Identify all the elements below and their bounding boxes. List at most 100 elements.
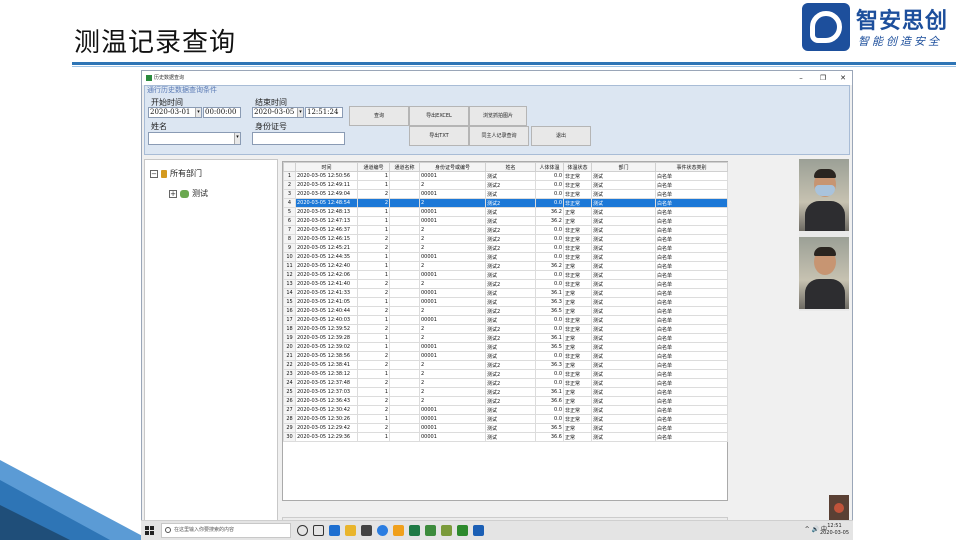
table-cell[interactable]: 白名单 [655,414,728,424]
table-cell[interactable]: 2 [357,396,390,406]
table-cell[interactable]: 2020-03-05 12:41:40 [295,279,358,289]
table-cell[interactable]: 测试2 [485,198,536,208]
table-cell[interactable]: 测试 [591,414,656,424]
row-number[interactable]: 30 [283,432,296,442]
table-cell[interactable]: 测试2 [485,333,536,343]
name-input[interactable]: ▾ [148,132,241,145]
table-cell[interactable]: 测试2 [485,306,536,316]
table-row[interactable]: 8 2020-03-05 12:46:15 2 2 测试2 0.0 非正常 测试 白名单 [283,234,728,244]
table-cell[interactable]: 2 [419,243,486,253]
table-cell[interactable]: 测试2 [485,180,536,190]
start-time-field[interactable]: 00:00:00 [203,107,241,118]
table-cell[interactable]: 2020-03-05 12:39:02 [295,342,358,352]
table-cell[interactable]: 白名单 [655,297,728,307]
table-cell[interactable]: 测试2 [485,261,536,271]
table-cell[interactable]: 白名单 [655,225,728,235]
table-cell[interactable]: 2020-03-05 12:29:42 [295,423,358,433]
table-cell[interactable] [389,261,420,271]
table-cell[interactable]: 2 [419,261,486,271]
table-cell[interactable]: 0.0 [535,180,564,190]
table-cell[interactable]: 非正常 [563,243,592,253]
table-cell[interactable]: 0.0 [535,279,564,289]
table-cell[interactable]: 1 [357,297,390,307]
export-txt-button[interactable]: 导出TXT [409,126,469,146]
table-cell[interactable]: 测试 [591,297,656,307]
table-cell[interactable]: 0.0 [535,225,564,235]
table-cell[interactable]: 36.5 [535,342,564,352]
table-cell[interactable]: 00001 [419,216,486,226]
maximize-button[interactable]: ❐ [816,72,830,84]
table-row[interactable]: 12 2020-03-05 12:42:06 1 00001 测试 0.0 非正常 测试 白名单 [283,270,728,280]
row-number[interactable]: 20 [283,342,296,352]
table-cell[interactable]: 0.0 [535,198,564,208]
table-cell[interactable] [389,360,420,370]
table-cell[interactable]: 2020-03-05 12:36:43 [295,396,358,406]
table-cell[interactable]: 测试2 [485,279,536,289]
table-cell[interactable]: 00001 [419,351,486,361]
row-number[interactable]: 18 [283,324,296,334]
table-cell[interactable]: 白名单 [655,360,728,370]
table-cell[interactable]: 00001 [419,171,486,181]
table-cell[interactable]: 非正常 [563,405,592,415]
table-row[interactable]: 24 2020-03-05 12:37:48 2 2 测试2 0.0 非正常 测试 白名单 [283,378,728,388]
row-number[interactable]: 9 [283,243,296,253]
row-number[interactable]: 23 [283,369,296,379]
table-cell[interactable] [389,288,420,298]
table-cell[interactable]: 测试 [591,180,656,190]
table-cell[interactable]: 2 [419,306,486,316]
table-cell[interactable] [389,378,420,388]
table-cell[interactable]: 非正常 [563,414,592,424]
table-row[interactable]: 20 2020-03-05 12:39:02 1 00001 测试 36.5 正常 测试 白名单 [283,342,728,352]
row-number[interactable]: 22 [283,360,296,370]
table-cell[interactable]: 非正常 [563,378,592,388]
table-cell[interactable]: 1 [357,414,390,424]
table-cell[interactable] [389,234,420,244]
table-cell[interactable] [389,405,420,415]
chevron-down-icon[interactable]: ▾ [234,133,240,144]
table-cell[interactable]: 2020-03-05 12:47:13 [295,216,358,226]
capture-photo-masked[interactable] [799,159,849,231]
table-cell[interactable]: 36.3 [535,360,564,370]
table-cell[interactable]: 测试2 [485,360,536,370]
table-cell[interactable]: 测试 [591,360,656,370]
table-cell[interactable]: 2020-03-05 12:46:15 [295,234,358,244]
table-cell[interactable]: 0.0 [535,324,564,334]
row-number[interactable]: 8 [283,234,296,244]
table-cell[interactable]: 2020-03-05 12:49:11 [295,180,358,190]
table-cell[interactable]: 36.3 [535,297,564,307]
row-number[interactable]: 19 [283,333,296,343]
table-cell[interactable]: 2020-03-05 12:40:03 [295,315,358,325]
table-cell[interactable]: 测试 [591,234,656,244]
table-cell[interactable]: 0.0 [535,351,564,361]
row-number[interactable]: 11 [283,261,296,271]
table-row[interactable]: 29 2020-03-05 12:29:42 2 00001 测试 36.5 正常 测试 白名单 [283,423,728,433]
row-number[interactable]: 7 [283,225,296,235]
table-cell[interactable]: 00001 [419,432,486,442]
table-cell[interactable] [389,243,420,253]
row-number[interactable]: 24 [283,378,296,388]
row-number[interactable]: 26 [283,396,296,406]
row-number[interactable]: 25 [283,387,296,397]
table-row[interactable]: 2 2020-03-05 12:49:11 1 2 测试2 0.0 非正常 测试 白名单 [283,180,728,190]
table-cell[interactable]: 非正常 [563,225,592,235]
table-cell[interactable]: 测试 [591,189,656,199]
table-cell[interactable]: 1 [357,333,390,343]
table-cell[interactable]: 正常 [563,333,592,343]
table-cell[interactable]: 00001 [419,270,486,280]
table-row[interactable]: 23 2020-03-05 12:38:12 1 2 测试2 0.0 非正常 测试 白名单 [283,369,728,379]
table-cell[interactable]: 测试 [485,414,536,424]
table-cell[interactable]: 测试 [591,342,656,352]
table-cell[interactable]: 2020-03-05 12:50:56 [295,171,358,181]
table-cell[interactable] [389,306,420,316]
table-cell[interactable]: 测试 [485,315,536,325]
table-cell[interactable]: 1 [357,252,390,262]
table-cell[interactable]: 正常 [563,261,592,271]
table-cell[interactable]: 非正常 [563,369,592,379]
table-cell[interactable]: 2 [419,180,486,190]
table-cell[interactable]: 2 [419,369,486,379]
table-cell[interactable]: 正常 [563,423,592,433]
row-number[interactable]: 10 [283,252,296,262]
table-cell[interactable]: 测试 [591,225,656,235]
table-cell[interactable] [389,252,420,262]
table-cell[interactable]: 1 [357,315,390,325]
